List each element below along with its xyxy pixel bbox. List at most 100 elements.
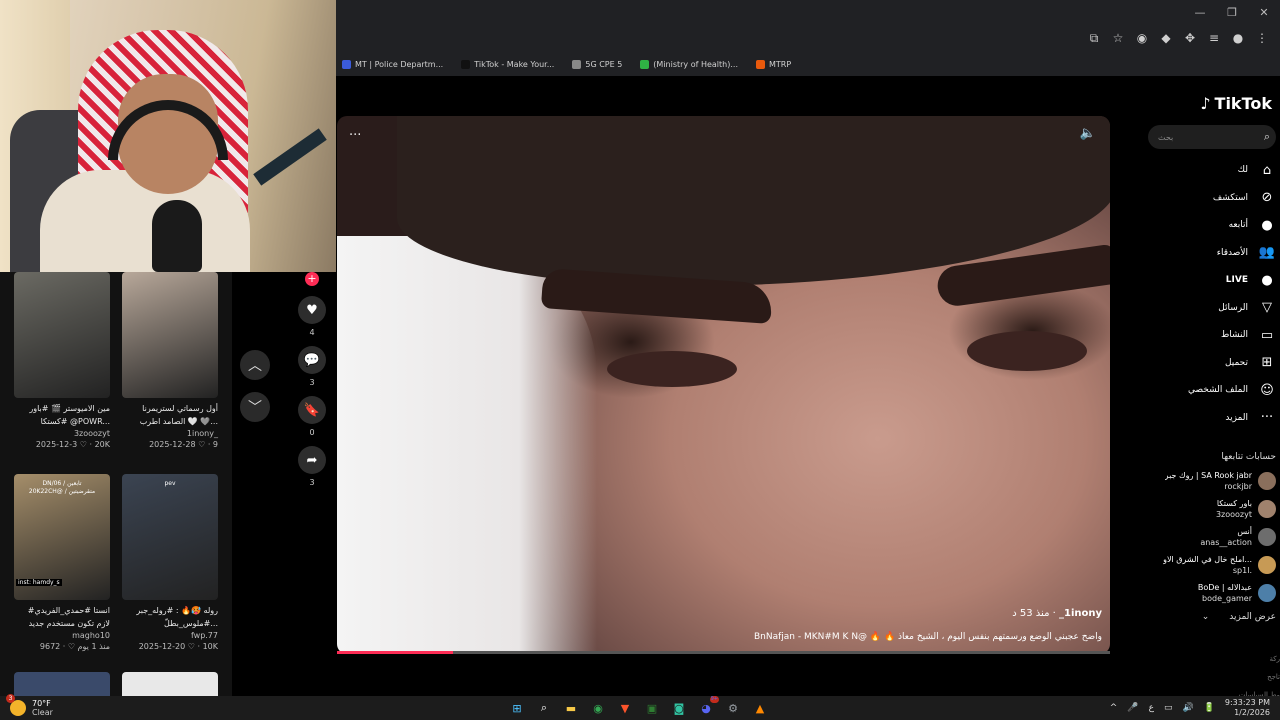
save-action[interactable]: 🔖 0 (296, 396, 328, 437)
comment-icon[interactable]: 💬 (298, 346, 326, 374)
sidebar-item-4[interactable]: LIVE ● (1144, 270, 1276, 290)
see-more-button[interactable]: ⌄ عرض المزيد (1202, 612, 1276, 622)
share-icon[interactable]: ➦ (298, 446, 326, 474)
video-thumbnail[interactable]: pev (122, 474, 218, 600)
reading-list-icon[interactable]: ≡ (1206, 30, 1222, 46)
video-username[interactable]: fwp.77 (122, 631, 218, 640)
video-username[interactable]: 3zooozyt (14, 429, 110, 438)
start-app-icon[interactable]: ⊞ (508, 699, 526, 717)
tray-icon[interactable]: 🎤 (1127, 703, 1138, 713)
bookmark-item[interactable]: MTRP (755, 59, 792, 69)
bookmark-label: MTRP (768, 59, 792, 69)
search-app-icon[interactable]: ⌕ (535, 699, 553, 717)
video-username[interactable]: 1inony_ (122, 429, 218, 438)
sidebar-item-6[interactable]: النشاط ▭ (1144, 325, 1276, 345)
video-thumbnail[interactable]: DN/06 / تابعين 20K22CH@ / متقرضيتين inst: … (14, 474, 110, 600)
sound-icon[interactable]: 🔈 (1080, 126, 1096, 141)
profile-avatar[interactable]: ● (1230, 30, 1246, 46)
video-date: 2025-12-28 (149, 440, 196, 449)
tray-icon[interactable]: ^ (1110, 703, 1118, 713)
grid-video-card[interactable]: أول رسماتي لستريمرنا الصامد اطرب 🤍 🩶... 1… (122, 272, 218, 449)
like-action[interactable]: ♥ 4 (296, 296, 328, 337)
following-account[interactable]: روك جبر | SA Rook jabr rockjbr (1140, 470, 1276, 492)
tray-icon[interactable]: 🔊 (1182, 703, 1193, 713)
search-input[interactable]: بحث ⌕ (1148, 125, 1276, 149)
bookmark-item[interactable]: (Ministry of Health)... (640, 59, 738, 69)
sidebar-item-7[interactable]: تحميل ⊞ (1144, 353, 1276, 373)
video-progress-bar[interactable] (337, 651, 1110, 654)
grid-video-card[interactable]: مين الاميوستر 🎬 #باور #كستكا @POWR... 3zo… (14, 272, 110, 449)
settings-app-icon[interactable]: ⚙ (724, 699, 742, 717)
tray-icon[interactable]: 🔋 (1204, 703, 1215, 713)
video-meta: 2025-12-28 ♡ · 9 (122, 440, 218, 449)
clock[interactable]: 9:33:23 PM 1/2/2026 (1225, 698, 1270, 718)
brave-app-icon[interactable]: ▼ (616, 699, 634, 717)
minimize-button[interactable]: — (1184, 6, 1216, 19)
brave-glyph: ▼ (620, 701, 630, 715)
follow-plus-button[interactable]: + (305, 272, 319, 286)
tray-icon[interactable]: ▭ (1164, 703, 1173, 713)
maximize-button[interactable]: ❐ (1216, 6, 1248, 19)
comment-action[interactable]: 💬 3 (296, 346, 328, 387)
previous-video-button[interactable]: ︿ (240, 350, 270, 380)
following-account[interactable]: BoDe | عبدالاله bode_gamer (1140, 582, 1276, 604)
avatar[interactable] (1258, 528, 1276, 546)
weather-widget[interactable]: 3 70°F Clear (6, 694, 53, 717)
vlc-app-icon[interactable]: ▲ (751, 699, 769, 717)
sidebar-item-0[interactable]: لك ⌂ (1144, 160, 1276, 180)
account-handle: rockjbr (1224, 482, 1252, 491)
video-author[interactable]: 1inony_ (1059, 608, 1102, 619)
video-thumbnail[interactable] (14, 272, 110, 398)
cast-icon[interactable]: ⧉ (1086, 30, 1102, 46)
sidebar-item-1[interactable]: استكشف ⊘ (1144, 188, 1276, 208)
chrome-app-icon[interactable]: ◉ (589, 699, 607, 717)
bookmark-item[interactable]: MT | Police Departm... (342, 59, 443, 69)
footer-link[interactable]: ركة (1239, 650, 1280, 668)
sidebar-item-8[interactable]: الملف الشخصي ☺ (1144, 380, 1276, 400)
avatar[interactable] (1258, 500, 1276, 518)
weather-condition: Clear (32, 708, 53, 717)
video-thumbnail[interactable] (122, 672, 218, 696)
following-account[interactable]: باور كستكا 3zooozyt (1140, 498, 1276, 520)
grid-video-card[interactable]: pev روله 🥵🔥 : #روله_جبر #ملوس_بطلّ... fwp.… (122, 474, 218, 651)
video-caption: مين الاميوستر 🎬 #باور #كستكا @POWR... (29, 404, 110, 426)
grid-video-card[interactable]: DN/06 / تابعين 20K22CH@ / متقرضيتين inst: … (14, 474, 110, 651)
avatar[interactable] (1258, 556, 1276, 574)
sidebar-item-label: المزيد (1225, 412, 1248, 423)
file-explorer-app-icon[interactable]: ▬ (562, 699, 580, 717)
search-icon[interactable]: ⌕ (1264, 130, 1270, 144)
sidebar-item-3[interactable]: الأصدقاء 👥 (1144, 243, 1276, 263)
close-button[interactable]: ✕ (1248, 6, 1280, 19)
sidebar-item-icon: ● (1261, 217, 1273, 233)
tiktok-logo[interactable]: ♪ TikTok (1200, 94, 1272, 113)
footer-link[interactable]: تاجح (1239, 668, 1280, 686)
video-player[interactable]: ··· 🔈 1inony_ · منذ 53 د واضح عجبني الوض… (337, 116, 1110, 654)
share-action[interactable]: ➦ 3 (296, 446, 328, 487)
video-username[interactable]: magho10 (14, 631, 110, 640)
streamlabs-app-icon[interactable]: ◙ (670, 699, 688, 717)
more-options-icon[interactable]: ··· (349, 128, 361, 143)
extension-icon-1[interactable]: ◉ (1134, 30, 1150, 46)
following-account[interactable]: املح خال في الشرق الاو... sp1l. (1140, 554, 1276, 576)
menu-icon[interactable]: ⋮ (1254, 30, 1270, 46)
sidebar-item-9[interactable]: المزيد ··· (1144, 408, 1276, 428)
save-icon[interactable]: 🔖 (298, 396, 326, 424)
bookmark-item[interactable]: TikTok - Make Your... (461, 59, 554, 69)
sidebar-item-2[interactable]: أتابعه ● (1144, 215, 1276, 235)
discord-app-icon[interactable]: ◕ 9+ (697, 696, 719, 717)
video-thumbnail[interactable] (122, 272, 218, 398)
avatar[interactable] (1258, 472, 1276, 490)
next-video-button[interactable]: ﹀ (240, 392, 270, 422)
bookmark-star-icon[interactable]: ☆ (1110, 30, 1126, 46)
following-account[interactable]: أنس anas__action (1140, 526, 1276, 548)
avatar[interactable] (1258, 584, 1276, 602)
like-icon[interactable]: ♥ (298, 296, 326, 324)
sidebar-item-5[interactable]: الرسائل ▽ (1144, 298, 1276, 318)
extensions-icon[interactable]: ✥ (1182, 30, 1198, 46)
terminal-app-icon[interactable]: ▣ (643, 699, 661, 717)
bookmark-item[interactable]: 5G CPE 5 (572, 59, 622, 69)
tray-icon[interactable]: ع (1149, 703, 1154, 713)
weather-moon-icon: 3 (6, 694, 26, 716)
extension-icon-2[interactable]: ◆ (1158, 30, 1174, 46)
video-thumbnail[interactable] (14, 672, 110, 696)
